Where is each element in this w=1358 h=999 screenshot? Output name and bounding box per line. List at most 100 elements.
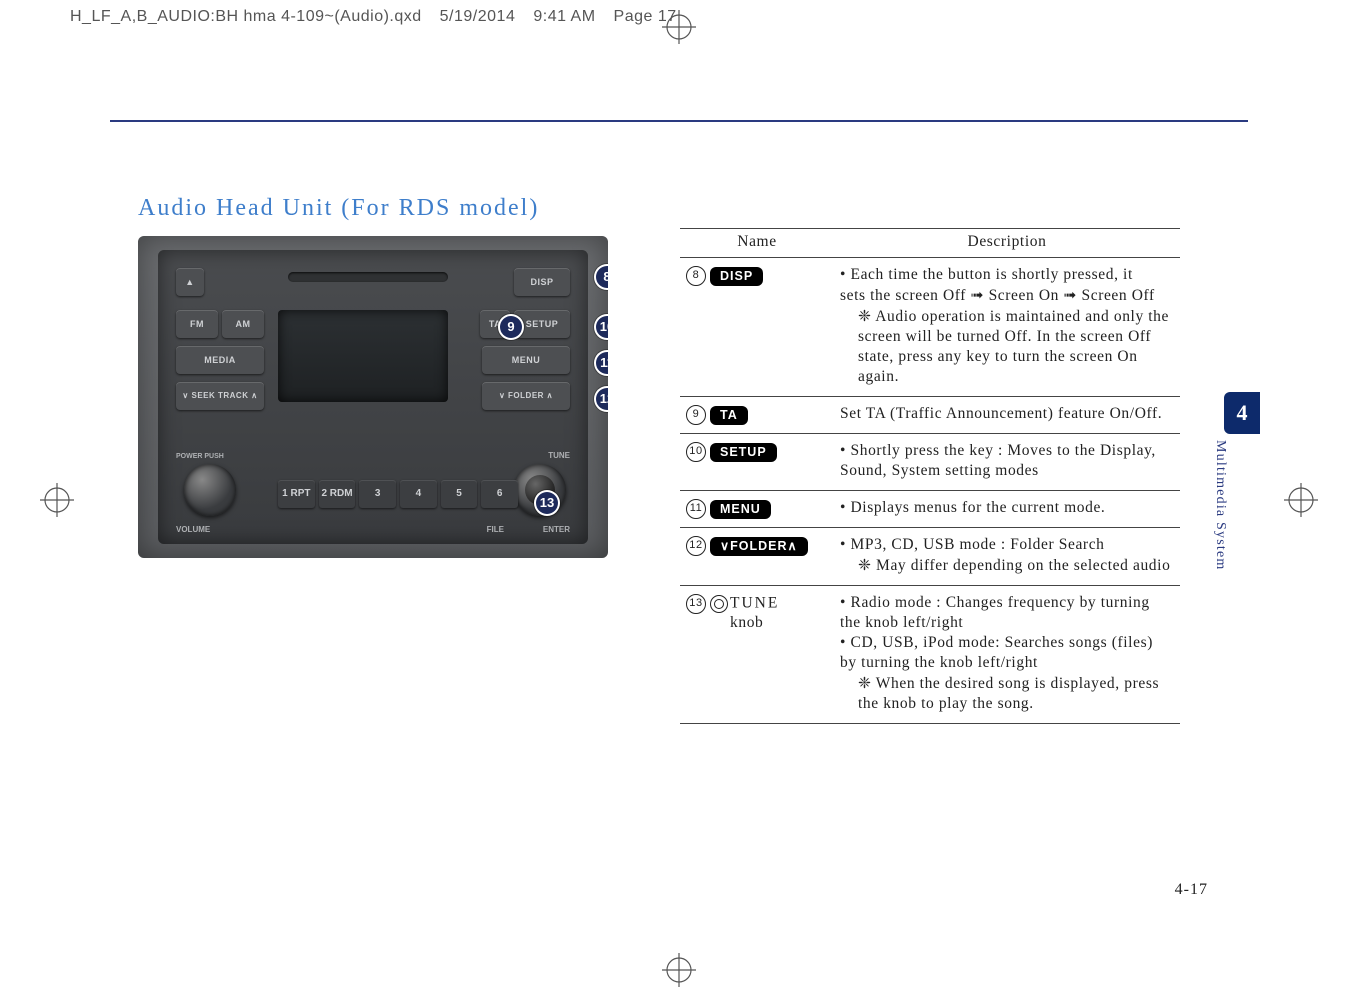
knob-icon	[710, 595, 728, 613]
desc-line: • Displays menus for the current mode.	[840, 499, 1174, 517]
seek-label: SEEK TRACK	[191, 391, 248, 400]
row-number-icon: 8	[686, 266, 706, 286]
desc-line: • CD, USB, iPod mode: Searches songs (fi…	[840, 634, 1174, 652]
print-meta: H_LF_A,B_AUDIO:BH hma 4-109~(Audio).qxd …	[70, 8, 677, 26]
control-description-table: Name Description 8DISP • Each time the bu…	[680, 228, 1180, 724]
desc-line: sets the screen Off ➟ Screen On ➟ Screen…	[840, 286, 1174, 305]
row-description: • Each time the button is shortly presse…	[834, 258, 1180, 397]
desc-line: screen will be turned Off. In the screen…	[840, 328, 1174, 346]
disp-button: DISP	[514, 268, 570, 296]
meta-date: 5/19/2014	[440, 8, 516, 26]
setup-button: SETUP	[514, 310, 570, 338]
cd-slot	[288, 272, 448, 282]
row-name: 11MENU	[680, 491, 834, 528]
desc-line: Set TA (Traffic Announcement) feature On…	[840, 405, 1174, 423]
button-chip: SETUP	[710, 443, 777, 462]
am-button: AM	[222, 310, 264, 338]
desc-line: Sound, System setting modes	[840, 462, 1174, 480]
table-row: 12∨FOLDER∧• MP3, CD, USB mode : Folder S…	[680, 528, 1180, 586]
button-chip: DISP	[710, 267, 763, 286]
preset-2: 2 RDM	[319, 480, 356, 508]
preset-buttons: 1 RPT 2 RDM 3 4 5 6	[278, 480, 518, 508]
volume-knob	[184, 464, 236, 516]
table-row: 8DISP • Each time the button is shortly p…	[680, 258, 1180, 397]
row-description: • MP3, CD, USB mode : Folder Search ❈ May…	[834, 528, 1180, 586]
desc-line: • Radio mode : Changes frequency by turn…	[840, 594, 1174, 612]
row-name: 8DISP	[680, 258, 834, 397]
crop-mark-left	[40, 483, 74, 517]
desc-line: by turning the knob left/right	[840, 654, 1174, 672]
power-label: POWER PUSH	[176, 453, 224, 460]
desc-line: • MP3, CD, USB mode : Folder Search	[840, 536, 1174, 554]
row-description: Set TA (Traffic Announcement) feature On…	[834, 397, 1180, 434]
row-number-icon: 11	[686, 499, 706, 519]
row-number-icon: 10	[686, 442, 706, 462]
desc-line: again.	[840, 368, 1174, 386]
row-name: 10SETUP	[680, 434, 834, 491]
row-name: 12∨FOLDER∧	[680, 528, 834, 586]
chapter-label: Multimedia System	[1212, 440, 1230, 570]
knob-sublabel: knob	[730, 614, 763, 631]
media-button: MEDIA	[176, 346, 264, 374]
row-number-icon: 9	[686, 405, 706, 425]
crop-mark-top	[662, 10, 696, 44]
col-name-header: Name	[680, 229, 834, 258]
callout-11: 11	[596, 352, 608, 374]
eject-button: ▲	[176, 268, 204, 296]
file-label: FILE	[487, 525, 504, 534]
row-description: • Displays menus for the current mode.	[834, 491, 1180, 528]
folder-button: ∨ FOLDER ∧	[482, 382, 570, 410]
meta-file: H_LF_A,B_AUDIO:BH hma 4-109~(Audio).qxd	[70, 8, 422, 26]
button-chip: ∨FOLDER∧	[710, 537, 808, 556]
preset-1: 1 RPT	[278, 480, 315, 508]
callout-13: 13	[536, 492, 558, 514]
col-desc-header: Description	[834, 229, 1180, 258]
desc-line: the knob left/right	[840, 614, 1174, 632]
header-rule	[110, 120, 1248, 122]
radio-head-unit-figure: ▲ FM AM MEDIA ∨ SEEK TRACK ∧ DISP TA SET…	[138, 236, 608, 558]
desc-line: ❈ Audio operation is maintained and only…	[840, 307, 1174, 326]
knob-label: TUNE	[730, 595, 779, 612]
crop-mark-right	[1284, 483, 1318, 517]
row-number-icon: 12	[686, 536, 706, 556]
table-row: 9TA Set TA (Traffic Announcement) feature…	[680, 397, 1180, 434]
page-number: 4-17	[1175, 881, 1208, 899]
fm-button: FM	[176, 310, 218, 338]
button-chip: TA	[710, 406, 748, 425]
enter-label: ENTER	[543, 525, 570, 534]
row-number-icon: 13	[686, 594, 706, 614]
desc-line: • Shortly press the key : Moves to the D…	[840, 442, 1174, 460]
page: H_LF_A,B_AUDIO:BH hma 4-109~(Audio).qxd …	[0, 0, 1358, 999]
radio-screen	[278, 310, 448, 402]
table-row: 11MENU • Displays menus for the current m…	[680, 491, 1180, 528]
row-name: 13 TUNE knob	[680, 586, 834, 724]
preset-3: 3	[359, 480, 396, 508]
callout-8: 8	[596, 266, 608, 288]
crop-mark-bottom	[662, 953, 696, 987]
chapter-tab: 4	[1224, 392, 1260, 434]
menu-button: MENU	[482, 346, 570, 374]
page-title: Audio Head Unit (For RDS model)	[138, 195, 539, 222]
seek-track-button: ∨ SEEK TRACK ∧	[176, 382, 264, 410]
table-row: 10SETUP • Shortly press the key : Moves t…	[680, 434, 1180, 491]
callout-10: 10	[596, 316, 608, 338]
row-description: • Radio mode : Changes frequency by turn…	[834, 586, 1180, 724]
callout-9: 9	[500, 316, 522, 338]
preset-4: 4	[400, 480, 437, 508]
table-row: 13 TUNE knob • Radio mode : Changes frequen…	[680, 586, 1180, 724]
desc-line: the knob to play the song.	[840, 695, 1174, 713]
preset-5: 5	[441, 480, 478, 508]
desc-line: • Each time the button is shortly presse…	[840, 266, 1174, 284]
volume-label: VOLUME	[176, 525, 210, 534]
tune-label: TUNE	[548, 451, 570, 460]
row-name: 9TA	[680, 397, 834, 434]
meta-time: 9:41 AM	[533, 8, 595, 26]
desc-line: ❈ May differ depending on the selected a…	[840, 556, 1174, 575]
radio-panel: ▲ FM AM MEDIA ∨ SEEK TRACK ∧ DISP TA SET…	[158, 250, 588, 544]
preset-6: 6	[481, 480, 518, 508]
button-chip: MENU	[710, 500, 771, 519]
desc-line: state, press any key to turn the screen …	[840, 348, 1174, 366]
row-description: • Shortly press the key : Moves to the D…	[834, 434, 1180, 491]
desc-line: ❈ When the desired song is displayed, pr…	[840, 674, 1174, 693]
callout-12: 12	[596, 388, 608, 410]
